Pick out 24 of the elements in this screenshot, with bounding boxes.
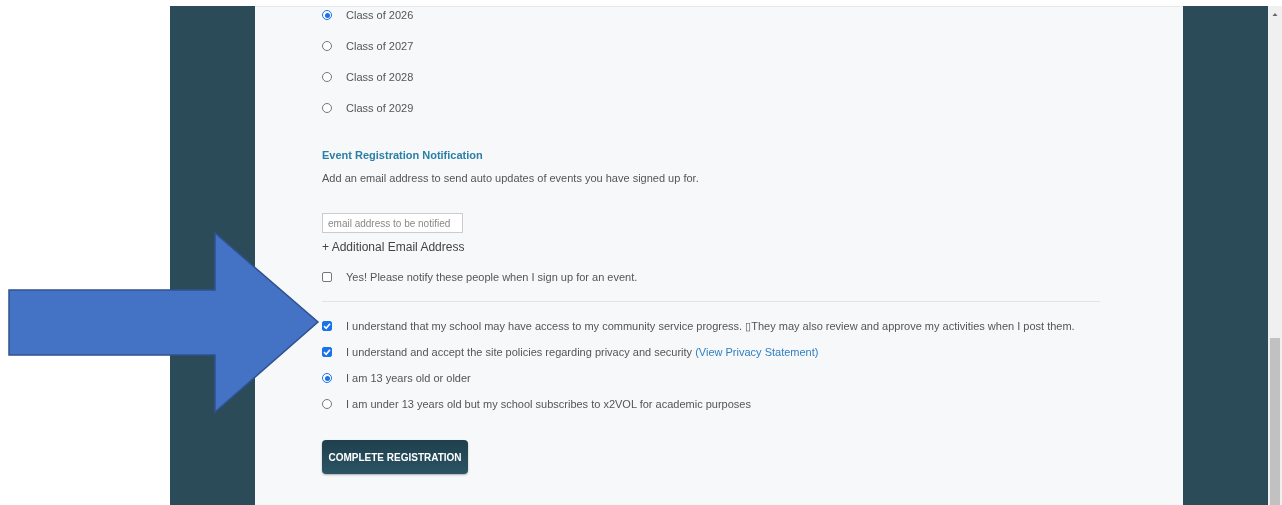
- option-label: I am under 13 years old but my school subscribes to x2VOL for academic purposes: [346, 398, 751, 410]
- option-label: Class of 2027: [346, 40, 414, 52]
- radio-button[interactable]: [322, 41, 332, 51]
- radio-button[interactable]: [322, 373, 332, 383]
- privacy-link[interactable]: (View Privacy Statement): [695, 346, 819, 358]
- option-label: Class of 2026: [346, 9, 414, 21]
- checkbox[interactable]: [322, 321, 332, 331]
- option-label: I understand and accept the site policies regarding privacy and security (View Privacy Statement): [346, 346, 819, 358]
- radio-button[interactable]: [322, 399, 332, 409]
- complete-registration-button[interactable]: COMPLETE REGISTRATION: [322, 440, 468, 474]
- option-label: Class of 2028: [346, 71, 414, 83]
- option-label: I understand that my school may have access to my community service progress. ▯They may also review and approve my activities when I post them.: [346, 319, 1075, 333]
- radio-button[interactable]: [322, 103, 332, 113]
- checkbox[interactable]: [322, 272, 332, 282]
- add-email-link[interactable]: + Additional Email Address: [322, 239, 465, 255]
- section-heading: Event Registration Notification: [322, 148, 484, 163]
- radio-button[interactable]: [322, 10, 332, 20]
- radio-button[interactable]: [322, 72, 332, 82]
- email-field[interactable]: email address to be notified: [322, 213, 463, 233]
- option-label: Class of 2029: [346, 102, 414, 114]
- option-label: Yes! Please notify these people when I sign up for an event.: [346, 271, 638, 283]
- checkbox[interactable]: [322, 347, 332, 357]
- section-description: Add an email address to send auto updates of events you have signed up for.: [322, 171, 700, 186]
- option-label: I am 13 years old or older: [346, 372, 471, 384]
